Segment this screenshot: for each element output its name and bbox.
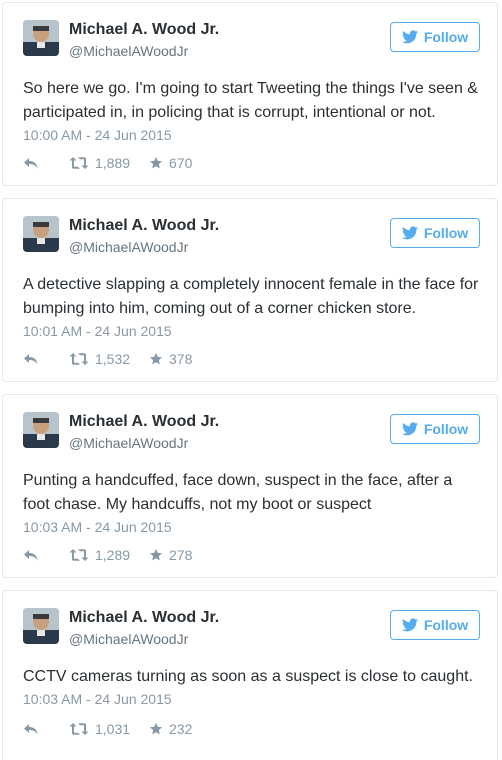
like-star-icon xyxy=(149,156,163,170)
retweet-button[interactable]: 1,289 xyxy=(69,547,149,563)
reply-button[interactable] xyxy=(23,548,69,562)
tweet-text: Punting a handcuffed, face down, suspect… xyxy=(23,472,453,513)
bird-icon xyxy=(401,30,418,44)
retweet-count: 1,532 xyxy=(95,351,131,367)
author-name[interactable]: Michael A. Wood Jr. xyxy=(69,20,219,40)
tweet-actions: 1,031 232 xyxy=(23,719,192,739)
author-name[interactable]: Michael A. Wood Jr. xyxy=(69,216,219,236)
follow-button[interactable]: Follow xyxy=(390,414,480,444)
reply-icon xyxy=(23,156,39,170)
tweet-actions: 1,289 278 xyxy=(23,545,192,565)
tweet-card: Michael A. Wood Jr. @MichaelAWoodJr Foll… xyxy=(2,198,498,382)
bird-icon xyxy=(401,618,418,632)
avatar[interactable] xyxy=(23,20,59,56)
reply-button[interactable] xyxy=(23,352,69,366)
author-name[interactable]: Michael A. Wood Jr. xyxy=(69,412,219,432)
like-count: 378 xyxy=(169,351,193,367)
retweet-icon xyxy=(69,722,89,736)
like-star-icon xyxy=(149,548,163,562)
tweet-actions: 1,889 670 xyxy=(23,153,192,173)
like-button[interactable]: 232 xyxy=(149,721,192,737)
like-button[interactable]: 670 xyxy=(149,155,192,171)
retweet-count: 1,289 xyxy=(95,547,131,563)
author-handle[interactable]: @MichaelAWoodJr xyxy=(69,630,188,648)
reply-button[interactable] xyxy=(23,722,69,736)
follow-button[interactable]: Follow xyxy=(390,610,480,640)
like-button[interactable]: 278 xyxy=(149,547,192,563)
follow-label: Follow xyxy=(423,225,469,241)
like-count: 278 xyxy=(169,547,193,563)
tweet-card: Michael A. Wood Jr. @MichaelAWoodJr Foll… xyxy=(2,394,498,578)
tweet-timestamp[interactable]: 10:00 AM - 24 Jun 2015 xyxy=(23,126,172,144)
follow-label: Follow xyxy=(423,421,469,437)
tweet-card: Michael A. Wood Jr. @MichaelAWoodJr Foll… xyxy=(2,2,498,186)
avatar[interactable] xyxy=(23,216,59,252)
bird-icon xyxy=(401,226,418,240)
reply-button[interactable] xyxy=(23,156,69,170)
like-button[interactable]: 378 xyxy=(149,351,192,367)
like-count: 232 xyxy=(169,721,193,737)
follow-label: Follow xyxy=(423,617,469,633)
tweet-timestamp[interactable]: 10:03 AM - 24 Jun 2015 xyxy=(23,690,172,708)
author-handle[interactable]: @MichaelAWoodJr xyxy=(69,238,188,256)
author-handle[interactable]: @MichaelAWoodJr xyxy=(69,434,188,452)
tweet-timestamp[interactable]: 10:03 AM - 24 Jun 2015 xyxy=(23,518,172,536)
tweet-text: So here we go. I'm going to start Tweeti… xyxy=(23,80,478,121)
retweet-button[interactable]: 1,889 xyxy=(69,155,149,171)
reply-icon xyxy=(23,548,39,562)
follow-label: Follow xyxy=(423,29,469,45)
author-name[interactable]: Michael A. Wood Jr. xyxy=(69,608,219,628)
avatar[interactable] xyxy=(23,412,59,448)
tweet-actions: 1,532 378 xyxy=(23,349,192,369)
retweet-icon xyxy=(69,548,89,562)
like-count: 670 xyxy=(169,155,193,171)
avatar[interactable] xyxy=(23,608,59,644)
retweet-button[interactable]: 1,532 xyxy=(69,351,149,367)
reply-icon xyxy=(23,722,39,736)
retweet-icon xyxy=(69,156,89,170)
tweet-text: A detective slapping a completely innoce… xyxy=(23,276,479,317)
like-star-icon xyxy=(149,352,163,366)
retweet-count: 1,031 xyxy=(95,721,131,737)
follow-button[interactable]: Follow xyxy=(390,218,480,248)
tweet-timestamp[interactable]: 10:01 AM - 24 Jun 2015 xyxy=(23,322,172,340)
author-handle[interactable]: @MichaelAWoodJr xyxy=(69,42,188,60)
retweet-button[interactable]: 1,031 xyxy=(69,721,149,737)
retweet-count: 1,889 xyxy=(95,155,131,171)
reply-icon xyxy=(23,352,39,366)
tweet-card: Michael A. Wood Jr. @MichaelAWoodJr Foll… xyxy=(2,590,498,760)
tweet-text: CCTV cameras turning as soon as a suspec… xyxy=(23,668,473,685)
retweet-icon xyxy=(69,352,89,366)
like-star-icon xyxy=(149,722,163,736)
bird-icon xyxy=(401,422,418,436)
follow-button[interactable]: Follow xyxy=(390,22,480,52)
